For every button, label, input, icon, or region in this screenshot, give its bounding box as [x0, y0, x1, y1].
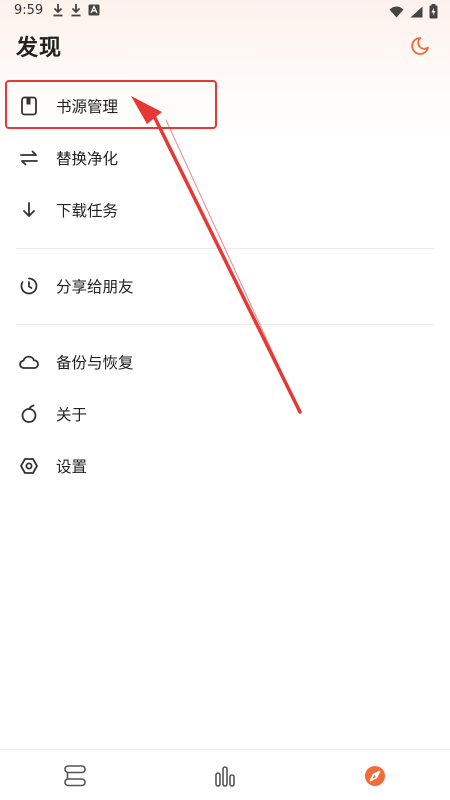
download-icon: [71, 4, 81, 17]
wifi-icon: [389, 6, 404, 17]
cloud-icon: [18, 351, 40, 373]
bottom-navigation: [0, 749, 450, 800]
menu-item-label: 备份与恢复: [56, 354, 134, 372]
menu-divider: [16, 324, 434, 325]
menu-item-backup-restore[interactable]: 备份与恢复: [0, 336, 450, 388]
menu-item-settings[interactable]: 设置: [0, 440, 450, 492]
status-notifications: [52, 3, 100, 17]
signal-icon: [410, 6, 423, 17]
menu-item-share[interactable]: 分享给朋友: [0, 260, 450, 312]
status-bar: 9:59: [0, 0, 450, 24]
annotation-highlight-box: [5, 80, 217, 129]
menu-item-replace-rules[interactable]: 替换净化: [0, 132, 450, 184]
download-arrow-icon: [18, 199, 40, 221]
app-icon: [88, 4, 100, 16]
download-icon: [53, 4, 63, 17]
nav-bookshelf-button[interactable]: [61, 763, 89, 789]
theme-toggle-button[interactable]: [408, 34, 432, 58]
nav-explore-button[interactable]: [211, 763, 239, 789]
about-icon: [18, 403, 40, 425]
status-system-icons: [389, 4, 438, 19]
moon-icon: [411, 37, 429, 55]
status-time: 9:59: [14, 3, 44, 18]
nav-discover-button[interactable]: [361, 763, 389, 789]
menu-item-about[interactable]: 关于: [0, 388, 450, 440]
menu-divider: [16, 248, 434, 249]
page-title: 发现: [16, 36, 63, 61]
menu-item-label: 下载任务: [56, 202, 119, 220]
menu-item-label: 分享给朋友: [56, 278, 134, 296]
battery-charging-icon: [429, 4, 438, 19]
menu-item-download-tasks[interactable]: 下载任务: [0, 184, 450, 236]
share-timer-icon: [18, 275, 40, 297]
menu-item-label: 设置: [56, 458, 88, 476]
discover-screen: 9:59 发现 书源管理 替换净化 下载任务 分享给朋友 备份与恢复 关于 设置: [0, 0, 450, 800]
explore-bars-icon: [215, 766, 235, 787]
swap-icon: [18, 147, 40, 169]
menu-item-label: 替换净化: [56, 150, 119, 168]
bookshelf-icon: [64, 765, 86, 787]
compass-icon: [365, 766, 385, 786]
menu-item-label: 关于: [56, 406, 88, 424]
settings-icon: [18, 455, 40, 477]
